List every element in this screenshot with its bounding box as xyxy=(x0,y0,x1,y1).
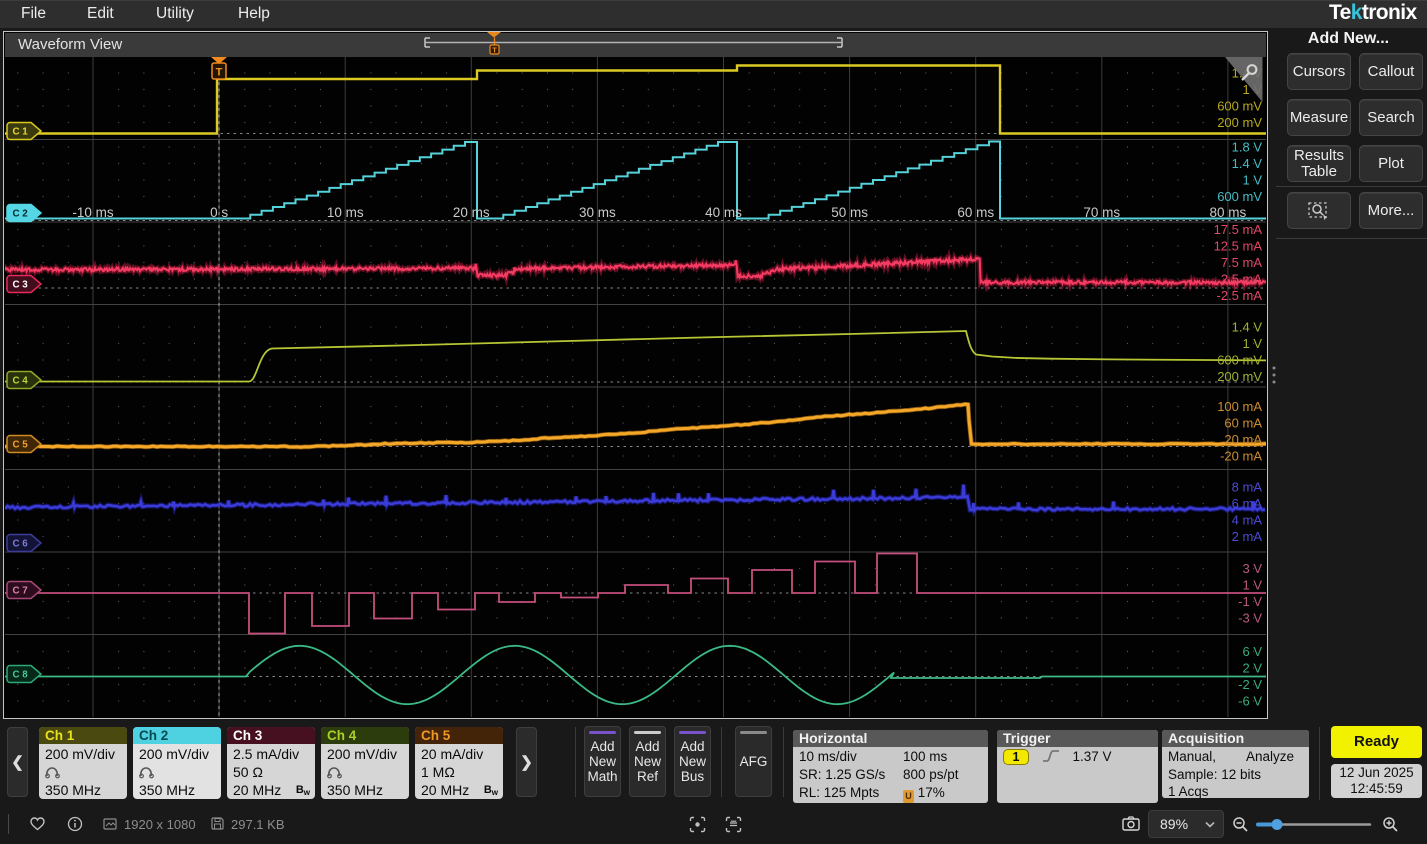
svg-text:C 3: C 3 xyxy=(13,280,29,291)
svg-text:0 s: 0 s xyxy=(210,205,228,220)
svg-text:1.4 V: 1.4 V xyxy=(1232,320,1263,335)
svg-text:1.4 V: 1.4 V xyxy=(1232,156,1263,171)
svg-text:8 mA: 8 mA xyxy=(1232,480,1263,495)
svg-text:4 mA: 4 mA xyxy=(1232,513,1263,528)
svg-text:600 mV: 600 mV xyxy=(1217,99,1262,114)
svg-text:30 ms: 30 ms xyxy=(579,205,616,220)
svg-text:20 mA: 20 mA xyxy=(1224,432,1262,447)
svg-text:200 mV: 200 mV xyxy=(1217,369,1262,384)
svg-text:6 V: 6 V xyxy=(1242,644,1262,659)
svg-text:40 ms: 40 ms xyxy=(705,205,742,220)
svg-text:-3 V: -3 V xyxy=(1238,611,1262,626)
svg-text:100 mA: 100 mA xyxy=(1217,399,1262,414)
svg-text:6 mA: 6 mA xyxy=(1232,496,1263,511)
svg-text:10 ms: 10 ms xyxy=(327,205,364,220)
svg-text:1 V: 1 V xyxy=(1242,336,1262,351)
svg-text:70 ms: 70 ms xyxy=(1083,205,1120,220)
svg-text:C 5: C 5 xyxy=(13,440,29,451)
svg-text:2.5 mA: 2.5 mA xyxy=(1221,272,1263,287)
svg-text:60 ms: 60 ms xyxy=(957,205,994,220)
svg-text:600 mV: 600 mV xyxy=(1217,353,1262,368)
svg-text:17.5 mA: 17.5 mA xyxy=(1214,222,1263,237)
svg-text:2 mA: 2 mA xyxy=(1232,529,1263,544)
svg-text:12.5 mA: 12.5 mA xyxy=(1214,239,1263,254)
svg-text:20 ms: 20 ms xyxy=(453,205,490,220)
svg-text:1.8 V: 1.8 V xyxy=(1232,140,1263,155)
svg-text:-20 mA: -20 mA xyxy=(1220,449,1262,464)
svg-text:-2 V: -2 V xyxy=(1238,677,1262,692)
svg-text:2 V: 2 V xyxy=(1242,661,1262,676)
svg-text:T: T xyxy=(492,46,497,55)
svg-text:C 1: C 1 xyxy=(13,127,29,138)
svg-text:3 V: 3 V xyxy=(1242,561,1262,576)
svg-text:C 7: C 7 xyxy=(13,586,29,597)
svg-text:-1 V: -1 V xyxy=(1238,594,1262,609)
svg-text:C 8: C 8 xyxy=(13,670,29,681)
svg-text:C 2: C 2 xyxy=(13,209,29,220)
svg-text:C 6: C 6 xyxy=(13,539,29,550)
svg-text:600 mV: 600 mV xyxy=(1217,189,1262,204)
svg-text:-6 V: -6 V xyxy=(1238,694,1262,709)
svg-text:-10 ms: -10 ms xyxy=(72,205,114,220)
svg-text:7.5 mA: 7.5 mA xyxy=(1221,255,1263,270)
svg-text:-2.5 mA: -2.5 mA xyxy=(1216,288,1262,303)
svg-text:200 mV: 200 mV xyxy=(1217,115,1262,130)
svg-text:1 V: 1 V xyxy=(1242,173,1262,188)
svg-text:T: T xyxy=(216,67,223,79)
svg-text:1 V: 1 V xyxy=(1242,578,1262,593)
svg-text:50 ms: 50 ms xyxy=(831,205,868,220)
svg-text:60 mA: 60 mA xyxy=(1224,416,1262,431)
svg-text:80 ms: 80 ms xyxy=(1210,205,1247,220)
svg-text:C 4: C 4 xyxy=(13,376,29,387)
